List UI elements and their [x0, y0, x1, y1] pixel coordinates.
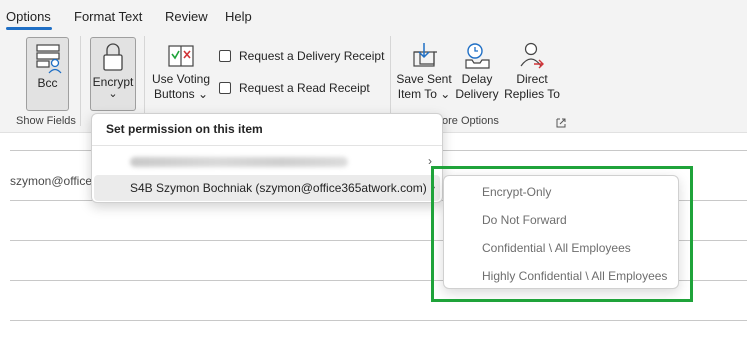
person-arrow-icon: [520, 42, 544, 69]
read-receipt-checkbox[interactable]: Request a Read Receipt: [219, 81, 370, 95]
direct-label-line2: Replies To: [504, 87, 560, 101]
checkbox-box[interactable]: [219, 82, 231, 94]
save-sent-item-button[interactable]: Save Sent Item To ⌄: [396, 37, 452, 111]
tab-help[interactable]: Help: [225, 9, 252, 24]
menu-item-label: S4B Szymon Bochniak (szymon@office365atw…: [130, 181, 427, 195]
delay-label-line2: Delivery: [455, 87, 499, 101]
bcc-label: Bcc: [37, 76, 58, 90]
read-receipt-label: Request a Read Receipt: [239, 81, 370, 95]
direct-replies-to-button[interactable]: Direct Replies To: [503, 37, 561, 111]
group-separator: [80, 36, 81, 126]
tab-format-text[interactable]: Format Text: [74, 9, 142, 24]
show-fields-group-label: Show Fields: [16, 115, 76, 127]
delivery-receipt-label: Request a Delivery Receipt: [239, 49, 385, 63]
save-sent-label-line1: Save Sent: [396, 72, 452, 86]
dialog-launcher-icon[interactable]: [556, 118, 566, 128]
save-sent-icon: [413, 43, 437, 67]
tab-review[interactable]: Review: [165, 9, 208, 24]
chevron-down-icon: ⌄: [108, 88, 118, 100]
menu-divider: [92, 145, 442, 146]
more-options-group-label: ore Options: [442, 115, 499, 127]
menu-header: Set permission on this item: [106, 122, 263, 136]
tab-options[interactable]: Options: [6, 9, 51, 24]
delivery-receipt-checkbox[interactable]: Request a Delivery Receipt: [219, 49, 384, 63]
voting-icon: [168, 45, 194, 67]
active-tab-indicator: [6, 27, 52, 30]
redacted-text: [130, 157, 348, 167]
save-sent-label-line2: Item To ⌄: [397, 87, 451, 101]
bcc-button[interactable]: Bcc: [26, 37, 69, 111]
checkbox-box[interactable]: [219, 50, 231, 62]
delay-delivery-button[interactable]: Delay Delivery: [454, 37, 500, 111]
to-recipient[interactable]: szymon@office365atwork.com: [10, 174, 92, 188]
direct-label-line1: Direct: [516, 72, 548, 86]
encrypt-dropdown-menu: Set permission on this item › S4B Szymon…: [91, 113, 443, 203]
encrypt-button[interactable]: Encrypt ⌄: [90, 37, 136, 111]
highlight-annotation-box: [431, 166, 693, 302]
delay-label-line1: Delay: [461, 72, 493, 86]
voting-label-line2: Buttons ⌄: [153, 87, 209, 101]
menu-item-s4b-account[interactable]: S4B Szymon Bochniak (szymon@office365atw…: [94, 175, 440, 201]
menu-item-redacted-account[interactable]: ›: [94, 148, 440, 174]
voting-label-line1: Use Voting: [151, 72, 211, 86]
lock-icon: [103, 43, 123, 71]
field-divider: [10, 320, 747, 321]
ribbon-tab-bar: Options Format Text Review Help: [0, 0, 747, 32]
bcc-icon: [35, 44, 61, 74]
clock-tray-icon: [465, 43, 490, 69]
use-voting-buttons-button[interactable]: Use Voting Buttons ⌄: [150, 37, 212, 111]
